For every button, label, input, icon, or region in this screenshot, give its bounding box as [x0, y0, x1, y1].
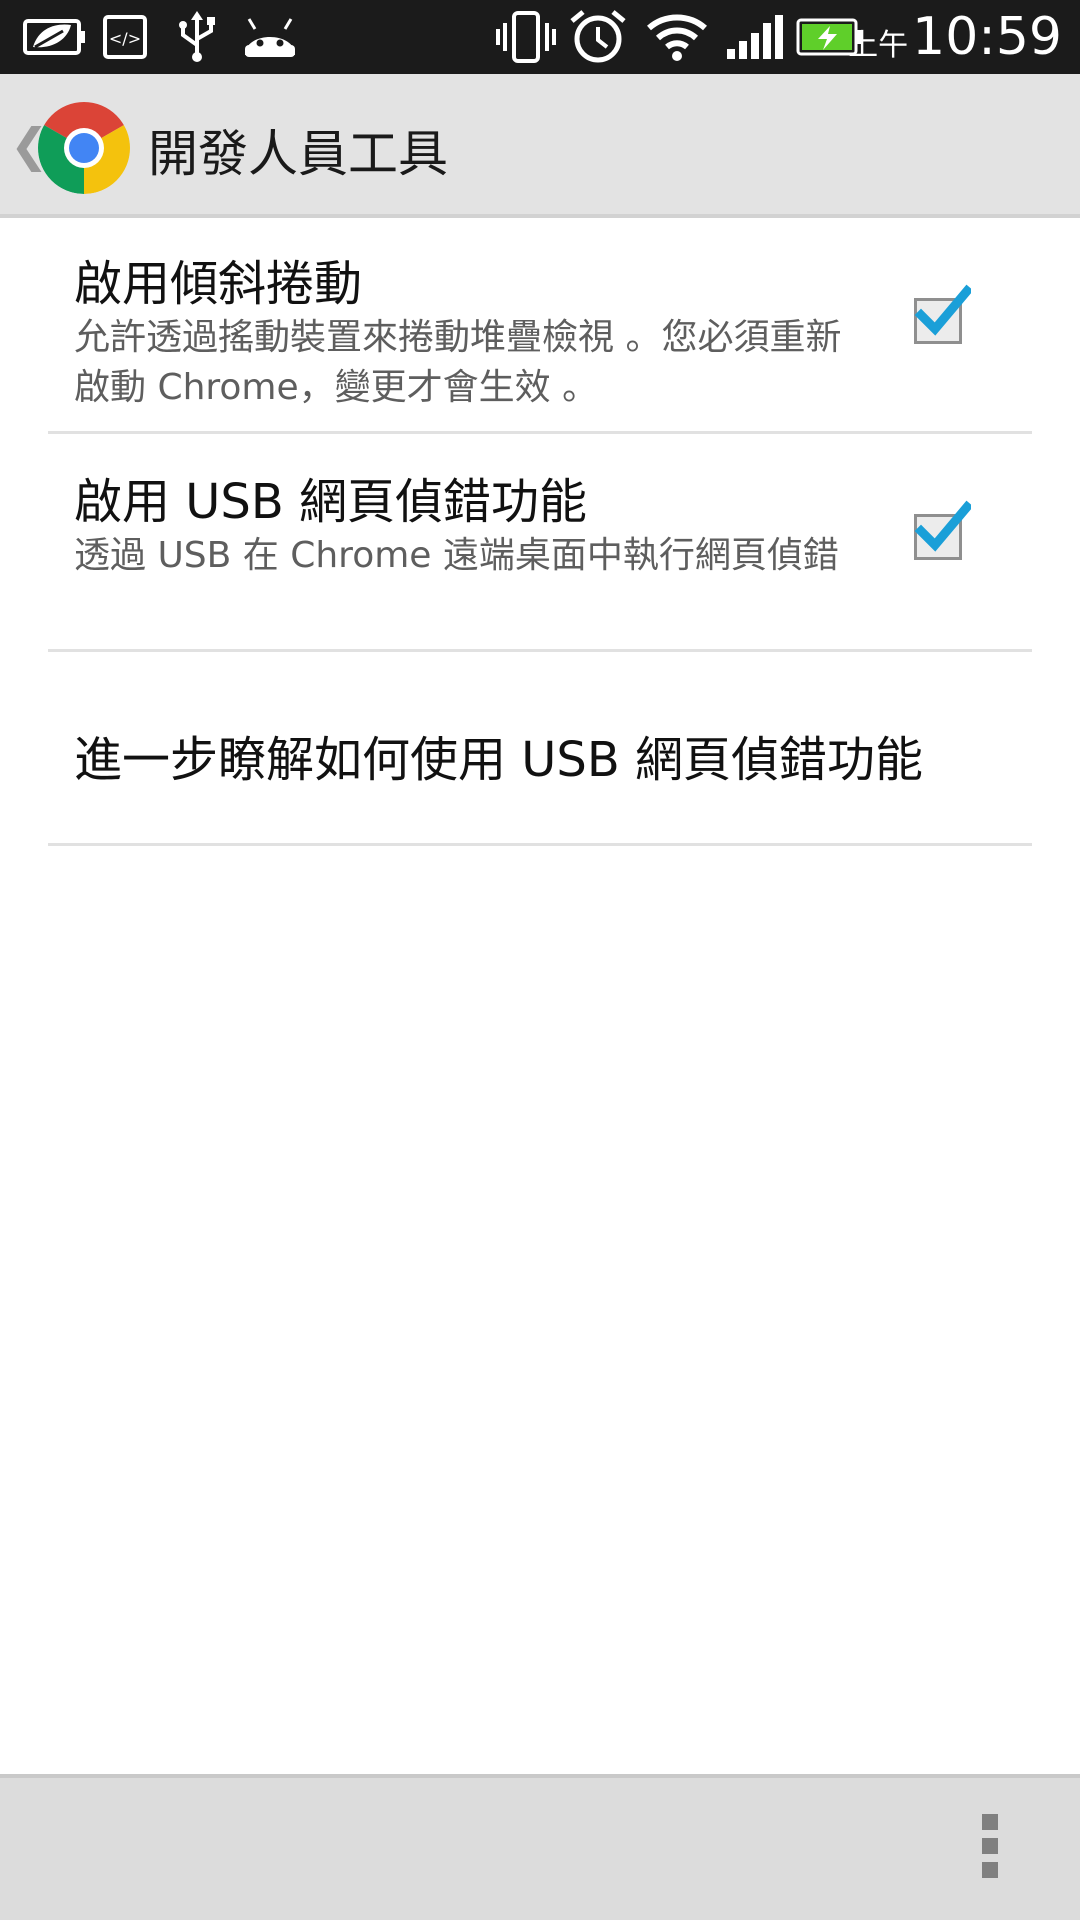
preference-list: 啟用傾斜捲動 允許透過搖動裝置來捲動堆疊檢視 。您必須重新啟動 Chrome，變… — [0, 218, 1080, 846]
pref-title: 啟用傾斜捲動 — [74, 256, 363, 312]
page-title: 開發人員工具 — [148, 125, 448, 183]
pref-learn-more-usb-debugging[interactable]: 進一步瞭解如何使用 USB 網頁偵錯功能 — [48, 652, 1032, 846]
svg-text:</>: </> — [109, 29, 141, 48]
tilt-scroll-checkbox[interactable] — [914, 284, 971, 344]
vibrate-icon — [494, 8, 558, 66]
checkmark-icon — [914, 284, 971, 336]
status-bar: </> 上午 10:59 — [0, 0, 1080, 74]
wifi-icon — [644, 8, 710, 66]
signal-icon — [724, 8, 784, 66]
pref-tilt-scroll[interactable]: 啟用傾斜捲動 允許透過搖動裝置來捲動堆疊檢視 。您必須重新啟動 Chrome，變… — [48, 218, 1032, 434]
alarm-clock-icon — [568, 8, 628, 66]
action-bar[interactable]: ❮ 開發人員工具 — [0, 74, 1080, 218]
pref-summary: 允許透過搖動裝置來捲動堆疊檢視 。您必須重新啟動 Chrome，變更才會生效 。 — [74, 317, 842, 408]
clock: 上午 10:59 — [848, 0, 1062, 74]
leaf-battery-saver-icon — [20, 8, 90, 66]
checkmark-icon — [914, 500, 971, 552]
usb-icon — [172, 8, 222, 66]
clock-ampm: 上午 — [848, 28, 909, 63]
clock-time: 10:59 — [912, 7, 1062, 67]
pref-title: 進一步瞭解如何使用 USB 網頁偵錯功能 — [74, 732, 924, 788]
pref-title: 啟用 USB 網頁偵錯功能 — [74, 474, 588, 530]
developer-code-icon: </> — [100, 8, 150, 66]
overflow-menu-icon[interactable] — [976, 1814, 1004, 1884]
android-icon — [240, 8, 300, 66]
bottom-bar — [0, 1774, 1080, 1920]
pref-usb-debugging[interactable]: 啟用 USB 網頁偵錯功能 透過 USB 在 Chrome 遠端桌面中執行網頁偵… — [48, 434, 1032, 652]
usb-debugging-checkbox[interactable] — [914, 500, 971, 560]
chrome-logo-icon[interactable] — [36, 100, 132, 196]
pref-summary: 透過 USB 在 Chrome 遠端桌面中執行網頁偵錯 — [74, 535, 839, 576]
